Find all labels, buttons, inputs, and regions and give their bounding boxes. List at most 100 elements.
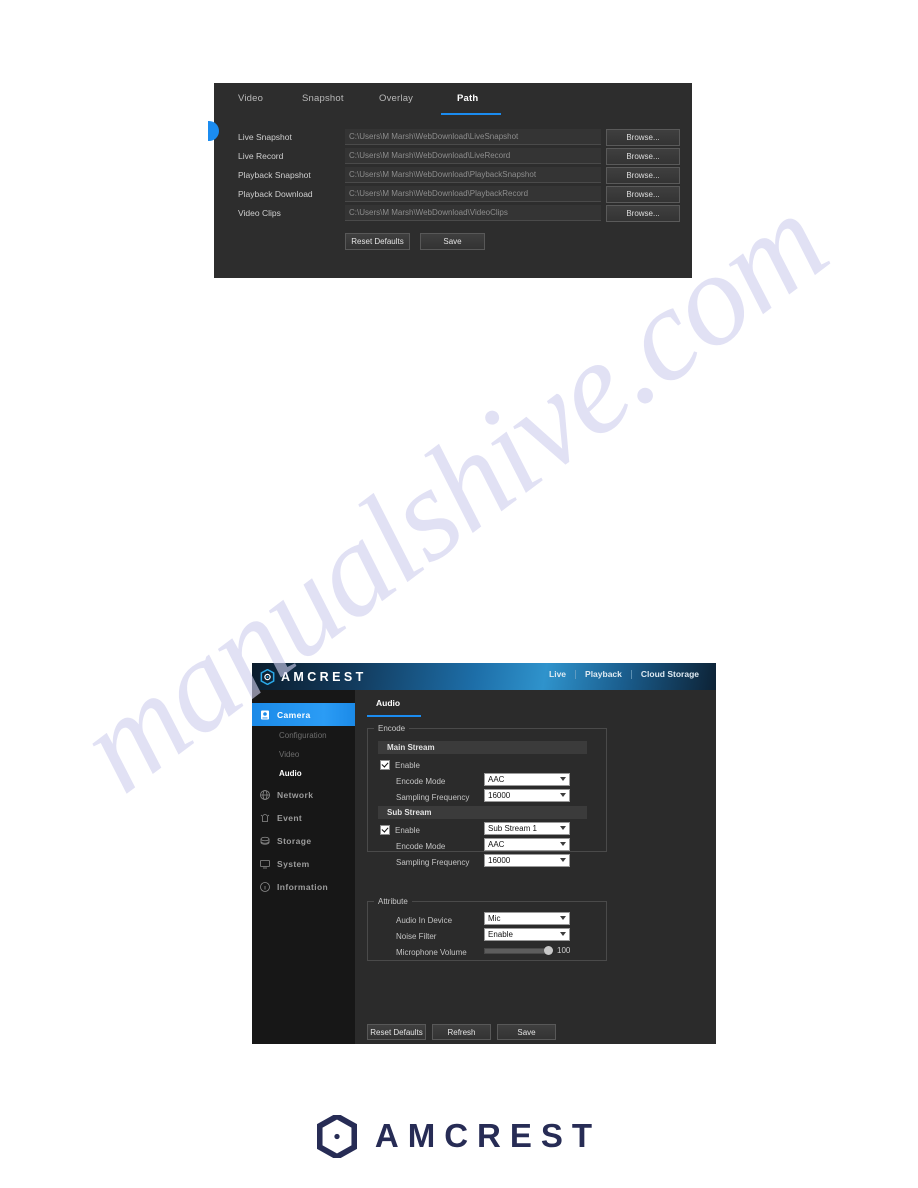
sub-stream-sampling-select[interactable]: 16000 xyxy=(484,854,570,867)
content-tabbar: Audio xyxy=(355,690,716,719)
main-stream-enable-label: Enable xyxy=(395,760,420,770)
noise-filter-select[interactable]: Enable xyxy=(484,928,570,941)
sidebar-item-storage[interactable]: Storage xyxy=(252,829,355,852)
main-stream-encode-mode-select[interactable]: AAC xyxy=(484,773,570,786)
app-header: AMCREST Live Playback Cloud Storage xyxy=(252,663,716,690)
alarm-bell-icon xyxy=(258,811,271,824)
refresh-button-audio[interactable]: Refresh xyxy=(432,1024,491,1040)
sub-stream-encode-mode-select[interactable]: AAC xyxy=(484,838,570,851)
sidebar-nav: Camera Configuration Video Audio Network… xyxy=(252,690,363,1044)
sidebar-subitem-label: Configuration xyxy=(279,731,327,740)
sidebar-item-system[interactable]: System xyxy=(252,852,355,875)
nav-cloud-storage[interactable]: Cloud Storage xyxy=(632,669,708,679)
save-button-audio[interactable]: Save xyxy=(497,1024,556,1040)
storage-disk-icon xyxy=(258,834,271,847)
path-input-playback-download[interactable] xyxy=(345,186,601,202)
sidebar-item-network[interactable]: Network xyxy=(252,783,355,806)
nav-playback[interactable]: Playback xyxy=(576,669,631,679)
sidebar-item-information[interactable]: Information xyxy=(252,875,355,898)
audio-in-device-row: Audio In Device xyxy=(396,913,452,927)
sidebar-item-label: Network xyxy=(277,789,314,800)
select-value: Sub Stream 1 xyxy=(488,824,537,833)
select-value: Enable xyxy=(488,930,513,939)
attribute-group-legend: Attribute xyxy=(378,897,408,906)
footer-brand-name: AMCREST xyxy=(374,1117,602,1154)
reset-defaults-button-path[interactable]: Reset Defaults xyxy=(345,233,410,250)
select-value: Mic xyxy=(488,914,501,923)
tab-active-underline xyxy=(441,113,501,115)
path-label: Live Record xyxy=(238,151,284,161)
encode-group-legend: Encode xyxy=(378,724,406,733)
sub-stream-encode-mode-row: Encode Mode xyxy=(396,839,445,853)
microphone-volume-slider[interactable]: 100 xyxy=(484,946,570,955)
sidebar-item-camera[interactable]: Camera xyxy=(252,703,363,726)
microphone-volume-value: 100 xyxy=(557,946,571,955)
save-button-path[interactable]: Save xyxy=(420,233,485,250)
sub-stream-sampling-label: Sampling Frequency xyxy=(396,857,470,867)
sidebar-item-label: System xyxy=(277,858,310,869)
sub-stream-sampling-row: Sampling Frequency xyxy=(396,855,469,869)
browse-button-live-record[interactable]: Browse... xyxy=(606,148,680,165)
sub-stream-enable-row: Enable xyxy=(380,823,420,837)
content-area: Audio Encode Main Stream Enable Encode M… xyxy=(355,690,716,1044)
sub-stream-encode-mode-label: Encode Mode xyxy=(396,841,446,851)
sidebar-subitem-video[interactable]: Video xyxy=(252,745,355,764)
path-input-live-record[interactable] xyxy=(345,148,601,164)
browse-button-video-clips[interactable]: Browse... xyxy=(606,205,680,222)
browse-button-playback-download[interactable]: Browse... xyxy=(606,186,680,203)
path-row-playback-snapshot: Playback Snapshot Browse... xyxy=(214,167,692,184)
sidebar-subitem-configuration[interactable]: Configuration xyxy=(252,726,355,745)
info-circle-icon xyxy=(258,880,271,893)
sidebar-subitem-audio[interactable]: Audio xyxy=(252,764,355,783)
sidebar-item-label: Information xyxy=(277,881,329,892)
path-input-playback-snapshot[interactable] xyxy=(345,167,601,183)
chevron-down-icon xyxy=(560,826,566,830)
globe-icon xyxy=(258,788,271,801)
slider-track[interactable] xyxy=(484,946,553,955)
sidebar-subitem-label: Video xyxy=(279,750,300,759)
main-stream-encode-mode-row: Encode Mode xyxy=(396,774,445,788)
path-input-live-snapshot[interactable] xyxy=(345,129,601,145)
path-label: Playback Download xyxy=(238,189,313,199)
sub-stream-select[interactable]: Sub Stream 1 xyxy=(484,822,570,835)
select-value: AAC xyxy=(488,775,505,784)
tab-snapshot[interactable]: Snapshot xyxy=(302,93,344,104)
chevron-down-icon xyxy=(560,793,566,797)
path-row-video-clips: Video Clips Browse... xyxy=(214,205,692,222)
tab-video[interactable]: Video xyxy=(238,93,263,104)
amcrest-logo: AMCREST xyxy=(260,668,367,685)
monitor-icon xyxy=(258,857,271,870)
chevron-down-icon xyxy=(560,916,566,920)
main-stream-encode-mode-label: Encode Mode xyxy=(396,776,446,786)
chevron-down-icon xyxy=(560,842,566,846)
chevron-down-icon xyxy=(560,777,566,781)
noise-filter-label: Noise Filter xyxy=(396,931,437,941)
amcrest-hexagon-icon xyxy=(260,668,275,685)
path-input-video-clips[interactable] xyxy=(345,205,601,221)
tab-audio[interactable]: Audio xyxy=(376,698,400,708)
footer-amcrest-logo: AMCREST xyxy=(0,1108,918,1164)
chevron-down-icon xyxy=(560,932,566,936)
noise-filter-row: Noise Filter xyxy=(396,929,436,943)
browse-button-live-snapshot[interactable]: Browse... xyxy=(606,129,680,146)
main-stream-sampling-select[interactable]: 16000 xyxy=(484,789,570,802)
microphone-volume-label: Microphone Volume xyxy=(396,947,467,957)
browse-button-playback-snapshot[interactable]: Browse... xyxy=(606,167,680,184)
sidebar-item-label: Event xyxy=(277,812,303,823)
reset-defaults-button-audio[interactable]: Reset Defaults xyxy=(367,1024,426,1040)
slider-knob[interactable] xyxy=(544,946,553,955)
nav-live[interactable]: Live xyxy=(540,669,575,679)
main-stream-enable-checkbox[interactable] xyxy=(380,760,390,770)
tab-overlay[interactable]: Overlay xyxy=(379,93,413,104)
path-label: Video Clips xyxy=(238,208,281,218)
main-stream-header: Main Stream xyxy=(378,741,587,754)
select-value: 16000 xyxy=(488,791,511,800)
audio-in-device-select[interactable]: Mic xyxy=(484,912,570,925)
path-panel-tabbar: Video Snapshot Overlay Path xyxy=(214,83,692,121)
tab-active-underline xyxy=(367,715,421,717)
sidebar-item-event[interactable]: Event xyxy=(252,806,355,829)
sub-stream-enable-checkbox[interactable] xyxy=(380,825,390,835)
main-stream-enable-row: Enable xyxy=(380,758,420,772)
amcrest-hexagon-icon xyxy=(316,1114,357,1158)
tab-path[interactable]: Path xyxy=(457,93,478,104)
